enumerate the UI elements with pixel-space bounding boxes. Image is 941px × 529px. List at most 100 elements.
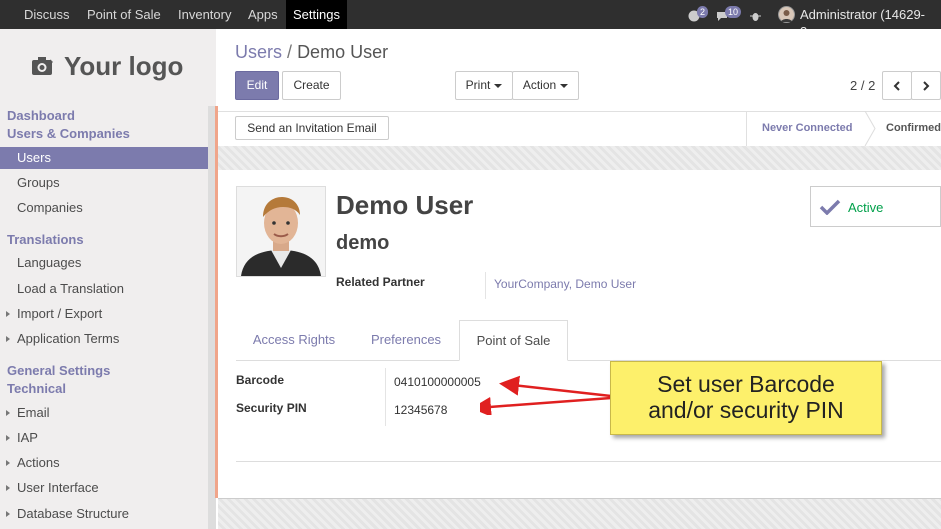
user-menu[interactable]: Administrator (14629-3... xyxy=(800,6,941,39)
sidebar-head-translations[interactable]: Translations xyxy=(7,232,84,247)
sidebar-item-database-structure[interactable]: Database Structure xyxy=(0,503,208,525)
print-label: Print xyxy=(465,78,491,92)
sidebar-item-label: Users xyxy=(17,150,51,165)
sidebar-item-iap[interactable]: IAP xyxy=(0,427,208,449)
menu-inventory[interactable]: Inventory xyxy=(171,0,238,29)
chevron-right-icon xyxy=(923,81,930,91)
logo-text: Your logo xyxy=(64,51,184,81)
user-photo[interactable] xyxy=(236,186,326,277)
sidebar-item-groups[interactable]: Groups xyxy=(0,172,208,194)
breadcrumb-separator: / xyxy=(287,42,293,62)
sidebar-item-label: Companies xyxy=(17,200,83,215)
edit-button[interactable]: Edit xyxy=(235,71,279,100)
caret-down-icon xyxy=(560,83,569,88)
activities-badge: 10 xyxy=(725,6,742,18)
section-divider xyxy=(236,461,941,462)
sidebar-item-label: Actions xyxy=(17,455,60,470)
svg-text:+: + xyxy=(48,57,53,67)
tab-access-rights[interactable]: Access Rights xyxy=(236,320,352,360)
security-pin-value[interactable]: 12345678 xyxy=(394,403,447,417)
chevron-left-icon xyxy=(893,81,900,91)
camera-icon: + xyxy=(32,57,53,75)
sidebar-head-dashboard[interactable]: Dashboard xyxy=(7,108,75,123)
check-icon xyxy=(819,199,841,215)
company-logo: + Your logo xyxy=(0,29,216,105)
status-confirmed[interactable]: Confirmed xyxy=(886,122,941,134)
sidebar-item-users[interactable]: Users xyxy=(0,147,208,169)
messages-button[interactable]: 2 xyxy=(688,6,709,23)
field-divider xyxy=(385,368,386,426)
sidebar-item-label: User Interface xyxy=(17,480,99,495)
caret-right-icon xyxy=(6,311,10,317)
caret-right-icon xyxy=(6,485,10,491)
security-pin-label: Security PIN xyxy=(236,401,307,415)
tab-preferences[interactable]: Preferences xyxy=(355,320,457,360)
sidebar-item-label: Groups xyxy=(17,175,60,190)
breadcrumb-users-link[interactable]: Users xyxy=(235,42,282,62)
caret-down-icon xyxy=(494,83,503,88)
annotation-callout: Set user Barcode and/or security PIN xyxy=(610,361,882,435)
caret-right-icon xyxy=(6,410,10,416)
sidebar-item-import-export[interactable]: Import / Export xyxy=(0,303,208,325)
sidebar-item-application-terms[interactable]: Application Terms xyxy=(0,328,208,350)
user-login: demo xyxy=(336,232,390,254)
sidebar-item-user-interface[interactable]: User Interface xyxy=(0,477,208,499)
user-avatar-icon xyxy=(781,10,792,22)
form-background-strip-bottom xyxy=(218,499,941,529)
active-toggle-button[interactable]: Active xyxy=(810,186,941,227)
pager-previous-button[interactable] xyxy=(882,71,912,100)
action-dropdown[interactable]: Action xyxy=(512,71,579,100)
caret-right-icon xyxy=(6,336,10,342)
breadcrumb: Users / Demo User xyxy=(235,42,388,63)
sidebar-item-label: Database Structure xyxy=(17,506,130,521)
sidebar-item-email[interactable]: Email xyxy=(0,402,208,424)
sidebar-head-technical[interactable]: Technical xyxy=(7,381,66,396)
caret-right-icon xyxy=(6,460,10,466)
menu-discuss[interactable]: Discuss xyxy=(17,0,77,29)
menu-point-of-sale[interactable]: Point of Sale xyxy=(80,0,168,29)
create-button[interactable]: Create xyxy=(282,71,341,100)
menu-apps[interactable]: Apps xyxy=(241,0,285,29)
menu-settings[interactable]: Settings xyxy=(286,0,347,29)
breadcrumb-current: Demo User xyxy=(297,42,389,62)
send-invitation-button[interactable]: Send an Invitation Email xyxy=(235,116,389,140)
sidebar-head-general-settings[interactable]: General Settings xyxy=(7,363,110,378)
sidebar-item-label: Application Terms xyxy=(17,331,120,346)
field-divider xyxy=(485,272,486,299)
pager-next-button[interactable] xyxy=(911,71,941,100)
related-partner-label: Related Partner xyxy=(336,275,425,289)
barcode-value[interactable]: 0410100000005 xyxy=(394,375,481,389)
sidebar-item-label: IAP xyxy=(17,430,38,445)
sidebar-item-languages[interactable]: Languages xyxy=(0,252,208,274)
caret-right-icon xyxy=(6,435,10,441)
sidebar-head-users-companies[interactable]: Users & Companies xyxy=(7,126,130,141)
callout-line-2: and/or security PIN xyxy=(648,397,844,423)
user-photo-image-icon xyxy=(237,187,325,276)
debug-button[interactable] xyxy=(750,6,761,23)
form-background-strip xyxy=(218,146,941,170)
tab-point-of-sale[interactable]: Point of Sale xyxy=(459,320,568,361)
print-dropdown[interactable]: Print xyxy=(455,71,513,100)
bug-icon xyxy=(750,12,761,21)
status-divider xyxy=(746,111,747,146)
sidebar-item-label: Email xyxy=(17,405,50,420)
status-arrow-icon xyxy=(864,111,876,146)
pager-value[interactable]: 2 / 2 xyxy=(850,78,875,93)
annotation-arrows-icon xyxy=(480,375,612,415)
sidebar-item-label: Import / Export xyxy=(17,306,103,321)
sidebar-item-actions[interactable]: Actions xyxy=(0,452,208,474)
status-never-connected[interactable]: Never Connected xyxy=(762,122,852,134)
sidebar-item-load-translation[interactable]: Load a Translation xyxy=(0,278,208,300)
activities-button[interactable]: 10 xyxy=(716,6,742,23)
callout-line-1: Set user Barcode xyxy=(657,371,835,397)
active-label: Active xyxy=(848,200,884,215)
avatar[interactable] xyxy=(778,6,795,23)
related-partner-link[interactable]: YourCompany, Demo User xyxy=(494,277,636,291)
barcode-label: Barcode xyxy=(236,373,285,387)
sidebar-item-label: Languages xyxy=(17,255,82,270)
sidebar-item-companies[interactable]: Companies xyxy=(0,197,208,219)
user-name: Demo User xyxy=(336,190,474,220)
sidebar-item-label: Load a Translation xyxy=(17,281,124,296)
caret-right-icon xyxy=(6,511,10,517)
action-label: Action xyxy=(522,78,557,92)
